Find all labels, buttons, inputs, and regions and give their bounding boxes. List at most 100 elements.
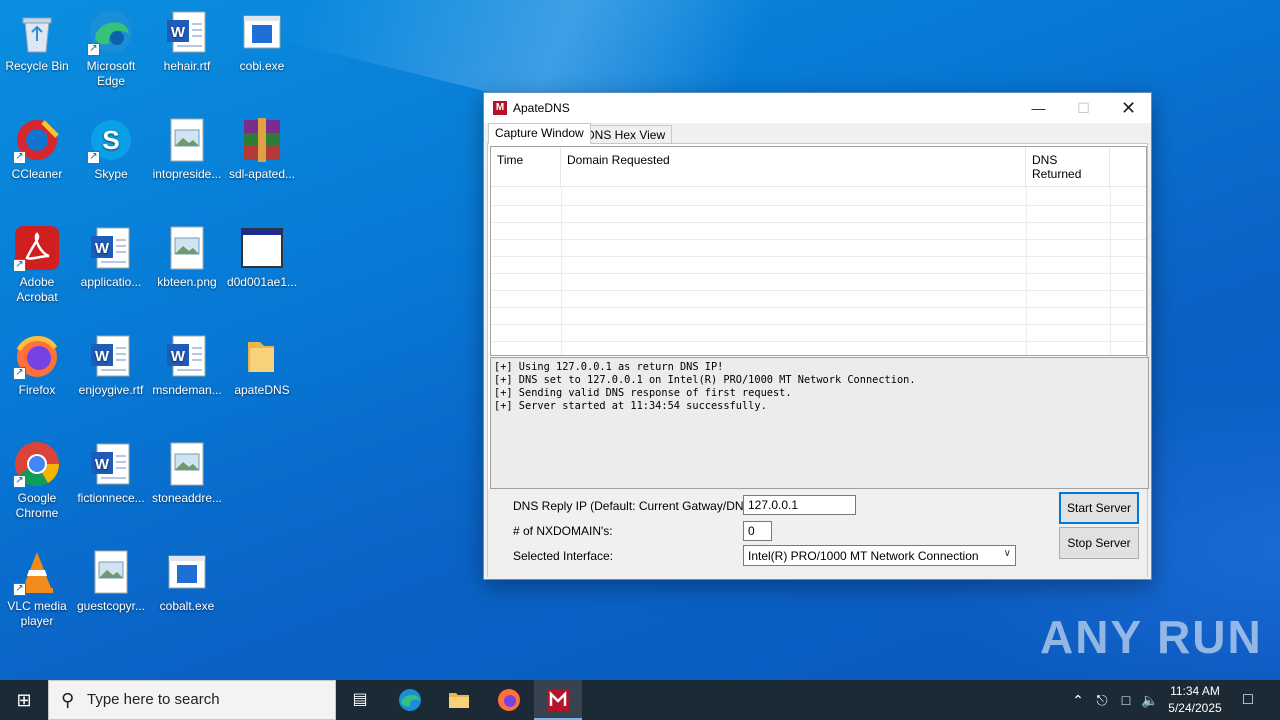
dns-reply-ip-label: DNS Reply IP (Default: Current Gatway/DN… — [513, 499, 759, 513]
chevron-up-icon: ⌃ — [1072, 692, 1084, 708]
interface-dropdown[interactable]: Intel(R) PRO/1000 MT Network Connection … — [743, 545, 1016, 566]
window-title: ApateDNS — [513, 101, 570, 115]
word-document-icon: W — [87, 332, 135, 380]
desktop-icon-stoneaddre[interactable]: stoneaddre... — [149, 440, 225, 506]
desktop-icon-msndeman[interactable]: W msndeman... — [149, 332, 225, 398]
folder-icon — [449, 693, 469, 708]
image-file-icon — [87, 548, 135, 596]
desktop-icon-application-doc[interactable]: W applicatio... — [73, 224, 149, 290]
desktop-icon-apatedns-folder[interactable]: apateDNS — [224, 332, 300, 398]
row-divider — [491, 222, 1146, 223]
desktop-icon-intopreside[interactable]: intopreside... — [149, 116, 225, 182]
firefox-icon: ↗ — [13, 332, 61, 380]
maximize-icon: ☐ — [1077, 100, 1090, 116]
network-icon[interactable]: □ — [1114, 680, 1138, 720]
table-header: Time Domain Requested DNS Returned — [491, 147, 1146, 187]
desktop-icon-sdl-apated[interactable]: sdl-apated... — [224, 116, 300, 182]
column-divider — [1026, 187, 1027, 355]
chrome-icon: ↗ — [13, 440, 61, 488]
desktop-icon-adobe-acrobat[interactable]: ↗ Adobe Acrobat — [0, 224, 75, 305]
column-header-domain-requested[interactable]: Domain Requested — [561, 147, 1026, 187]
desktop-icon-enjoygive[interactable]: W enjoygive.rtf — [73, 332, 149, 398]
minimize-button[interactable]: — — [1016, 93, 1061, 123]
desktop-icon-d0d001ae1[interactable]: d0d001ae1... — [224, 224, 300, 290]
image-file-icon — [163, 116, 211, 164]
task-view-button[interactable]: ▤ — [336, 680, 384, 720]
svg-text:W: W — [95, 240, 110, 257]
notification-center-button[interactable]: □ — [1236, 680, 1260, 720]
desktop-icon-fictionnece[interactable]: W fictionnece... — [73, 440, 149, 506]
word-document-icon: W — [163, 8, 211, 56]
svg-text:W: W — [171, 348, 186, 365]
apatedns-app-icon: M — [493, 101, 507, 115]
dns-capture-table[interactable]: Time Domain Requested DNS Returned — [490, 146, 1147, 356]
row-divider — [491, 307, 1146, 308]
title-bar[interactable]: M ApateDNS — ☐ ✕ — [484, 93, 1151, 123]
desktop-icon-kbteen[interactable]: kbteen.png — [149, 224, 225, 290]
shortcut-arrow-icon: ↗ — [13, 583, 26, 596]
chevron-down-icon: ∨ — [1003, 548, 1011, 559]
desktop-icon-ccleaner[interactable]: ↗ CCleaner — [0, 116, 75, 182]
firefox-icon — [498, 689, 520, 711]
shortcut-arrow-icon: ↗ — [87, 151, 100, 164]
taskbar-search-box[interactable]: ⚲ Type here to search — [48, 680, 336, 720]
desktop-icon-cobalt[interactable]: cobalt.exe — [149, 548, 225, 614]
row-divider — [491, 239, 1146, 240]
adobe-acrobat-icon: ↗ — [13, 224, 61, 272]
executable-icon — [163, 548, 211, 596]
interface-dropdown-value: Intel(R) PRO/1000 MT Network Connection — [748, 549, 979, 563]
desktop-icon-hehair[interactable]: W hehair.rtf — [149, 8, 225, 74]
tray-device-icon[interactable]: ⎋ — [1090, 680, 1114, 720]
clock-time: 11:34 AM — [1170, 684, 1220, 698]
start-server-button[interactable]: Start Server — [1059, 492, 1139, 524]
server-controls: DNS Reply IP (Default: Current Gatway/DN… — [488, 489, 1147, 578]
tab-capture-window[interactable]: Capture Window — [488, 123, 591, 144]
nxdomain-count-label: # of NXDOMAIN's: — [513, 524, 613, 538]
desktop-icon-cobi[interactable]: cobi.exe — [224, 8, 300, 74]
word-document-icon: W — [87, 224, 135, 272]
capture-window-pane: Time Domain Requested DNS Returned [+] U… — [487, 143, 1149, 578]
show-hidden-icons-button[interactable]: ⌃ — [1066, 680, 1090, 720]
log-line: [+] Using 127.0.0.1 as return DNS IP! — [494, 361, 724, 373]
row-divider — [491, 273, 1146, 274]
row-divider — [491, 256, 1146, 257]
taskbar-file-explorer[interactable] — [435, 680, 483, 720]
shortcut-arrow-icon: ↗ — [13, 367, 26, 380]
desktop-icon-skype[interactable]: S ↗ Skype — [73, 116, 149, 182]
taskbar-firefox[interactable] — [485, 680, 533, 720]
stop-server-button[interactable]: Stop Server — [1059, 527, 1139, 559]
start-button[interactable]: ⊞ — [0, 680, 48, 720]
executable-icon — [238, 8, 286, 56]
close-button[interactable]: ✕ — [1106, 93, 1151, 123]
volume-icon[interactable]: 🔈 — [1138, 680, 1162, 720]
notification-icon: □ — [1243, 691, 1253, 708]
column-header-dns-returned[interactable]: DNS Returned — [1026, 147, 1110, 187]
maximize-button[interactable]: ☐ — [1061, 93, 1106, 123]
column-header-time[interactable]: Time — [491, 147, 561, 187]
desktop-icons: Recycle Bin ↗ CCleaner ↗ Adobe Acrobat ↗… — [0, 0, 300, 680]
tab-dns-hex-view[interactable]: DNS Hex View — [579, 125, 673, 144]
search-icon: ⚲ — [61, 690, 75, 710]
taskbar-apatedns[interactable] — [534, 680, 582, 720]
shortcut-arrow-icon: ↗ — [13, 475, 26, 488]
column-divider — [561, 187, 562, 355]
desktop-icon-firefox[interactable]: ↗ Firefox — [0, 332, 75, 398]
log-line: [+] DNS set to 127.0.0.1 on Intel(R) PRO… — [494, 374, 916, 386]
recycle-bin-icon — [13, 8, 61, 56]
taskbar-clock[interactable]: 11:34 AM 5/24/2025 — [1160, 683, 1230, 717]
log-line: [+] Server started at 11:34:54 successfu… — [494, 400, 767, 412]
dns-reply-ip-input[interactable]: 127.0.0.1 — [743, 495, 856, 515]
svg-text:S: S — [102, 125, 119, 155]
column-divider — [1110, 187, 1111, 355]
desktop-icon-guestcopyr[interactable]: guestcopyr... — [73, 548, 149, 614]
desktop-icon-vlc[interactable]: ↗ VLC media player — [0, 548, 75, 629]
nxdomain-count-input[interactable]: 0 — [743, 521, 772, 541]
desktop-icon-google-chrome[interactable]: ↗ Google Chrome — [0, 440, 75, 521]
row-divider — [491, 324, 1146, 325]
desktop-icon-edge[interactable]: ↗ Microsoft Edge — [73, 8, 149, 89]
word-document-icon: W — [163, 332, 211, 380]
desktop-icon-recycle-bin[interactable]: Recycle Bin — [0, 8, 75, 74]
log-output[interactable]: [+] Using 127.0.0.1 as return DNS IP! [+… — [490, 357, 1149, 489]
skype-icon: S ↗ — [87, 116, 135, 164]
taskbar-edge[interactable] — [386, 680, 434, 720]
